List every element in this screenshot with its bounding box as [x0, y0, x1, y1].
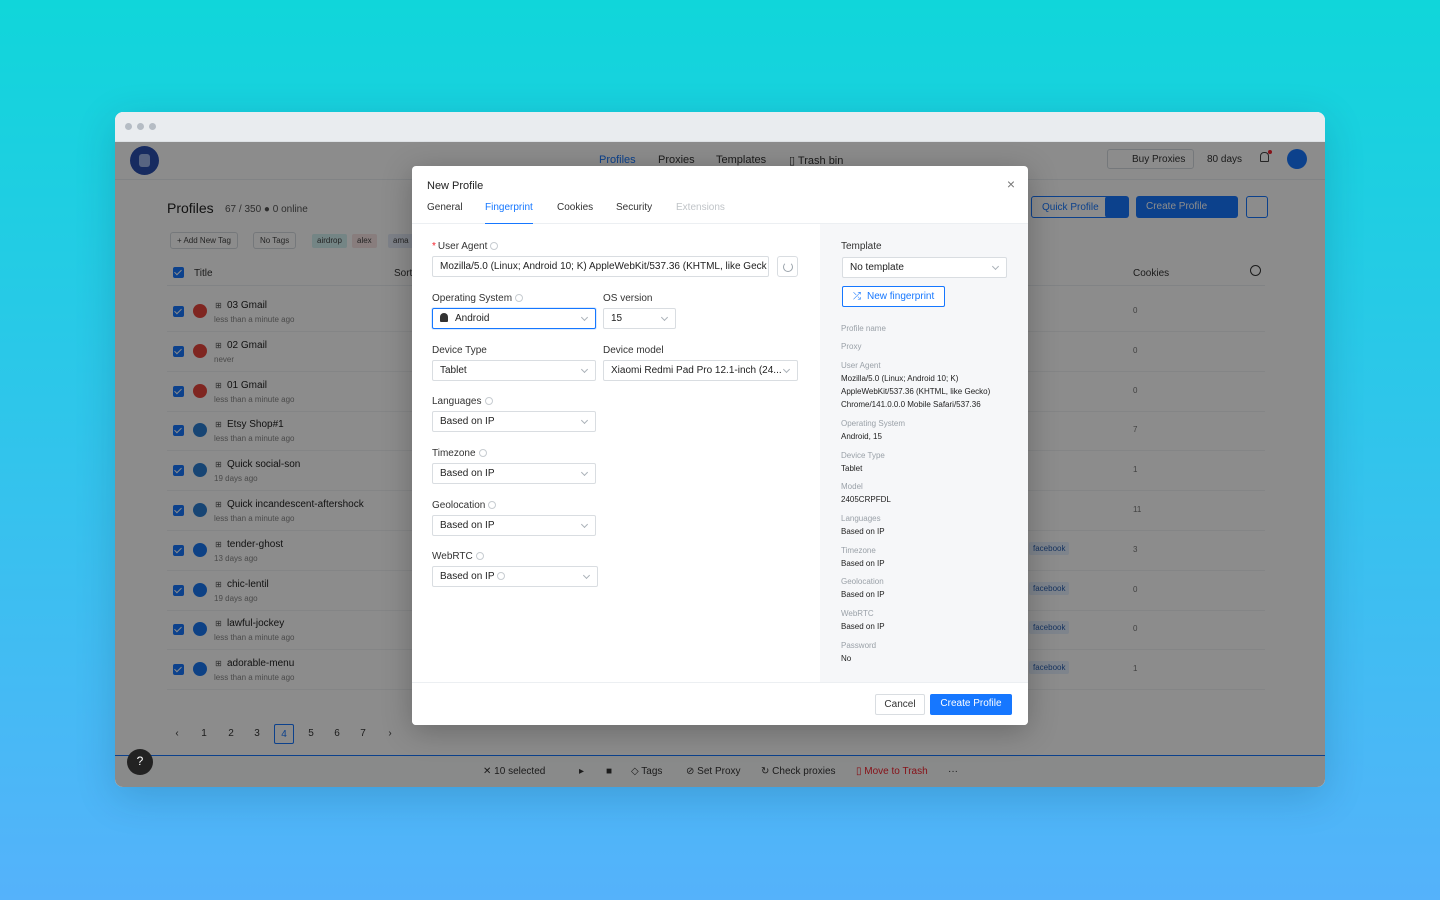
window-dot-icon[interactable]	[149, 123, 156, 130]
languages-select[interactable]: Based on IP	[432, 411, 596, 432]
template-select[interactable]: No template	[842, 257, 1007, 278]
new-profile-modal: New Profile × General Fingerprint Cookie…	[412, 166, 1028, 725]
close-icon[interactable]: ×	[1007, 176, 1015, 192]
summary-webrtc-label: WebRTC	[841, 609, 874, 618]
template-label: Template	[841, 241, 882, 252]
summary-password-label: Password	[841, 641, 877, 650]
device-model-label: Device model	[603, 345, 664, 356]
tab-security[interactable]: Security	[616, 202, 652, 224]
languages-label: Languages	[432, 396, 493, 407]
new-fingerprint-label: New fingerprint	[867, 291, 935, 302]
shuffle-icon: ⤮	[853, 291, 861, 302]
webrtc-select[interactable]: Based on IP	[432, 566, 598, 587]
window-titlebar	[115, 112, 1325, 142]
os-select-value: Android	[455, 313, 490, 324]
summary-ua-line: Chrome/141.0.0.0 Mobile Safari/537.36	[841, 400, 981, 409]
summary-model-label: Model	[841, 482, 863, 491]
tab-general[interactable]: General	[427, 202, 463, 224]
tab-cookies[interactable]: Cookies	[557, 202, 593, 224]
timezone-select[interactable]: Based on IP	[432, 463, 596, 484]
modal-footer: Cancel Create Profile	[412, 682, 1028, 725]
new-fingerprint-button[interactable]: ⤮ New fingerprint	[842, 286, 945, 307]
help-circle-icon	[488, 501, 497, 509]
tab-extensions: Extensions	[676, 202, 725, 213]
android-icon	[440, 313, 448, 322]
summary-timezone-label: Timezone	[841, 546, 876, 555]
webrtc-label: WebRTC	[432, 551, 484, 562]
timezone-label: Timezone	[432, 448, 487, 459]
modal-tabs: General Fingerprint Cookies Security Ext…	[412, 202, 1028, 224]
os-label: Operating System	[432, 293, 524, 304]
summary-model-value: 2405CRPFDL	[841, 495, 891, 504]
summary-proxy-label: Proxy	[841, 342, 862, 351]
summary-timezone-value: Based on IP	[841, 559, 885, 568]
summary-languages-label: Languages	[841, 514, 881, 523]
summary-device-type-label: Device Type	[841, 451, 885, 460]
os-label-text: Operating System	[432, 293, 513, 304]
geolocation-label: Geolocation	[432, 500, 497, 511]
cancel-button[interactable]: Cancel	[875, 694, 925, 715]
os-version-label: OS version	[603, 293, 653, 304]
tab-fingerprint[interactable]: Fingerprint	[485, 202, 533, 224]
languages-label-text: Languages	[432, 396, 482, 407]
device-type-label: Device Type	[432, 345, 487, 356]
webrtc-select-value: Based on IP	[440, 571, 495, 582]
geolocation-label-text: Geolocation	[432, 500, 486, 511]
help-button[interactable]: ?	[127, 749, 153, 775]
device-type-select[interactable]: Tablet	[432, 360, 596, 381]
webrtc-label-text: WebRTC	[432, 551, 473, 562]
modal-title: New Profile	[427, 180, 484, 192]
create-profile-submit-button[interactable]: Create Profile	[930, 694, 1012, 715]
summary-ua-label: User Agent	[841, 361, 881, 370]
os-version-select[interactable]: 15	[603, 308, 676, 329]
summary-geolocation-label: Geolocation	[841, 577, 884, 586]
summary-languages-value: Based on IP	[841, 527, 885, 536]
summary-os-label: Operating System	[841, 419, 906, 428]
help-circle-icon	[490, 242, 499, 250]
geolocation-select[interactable]: Based on IP	[432, 515, 596, 536]
summary-os-value: Android, 15	[841, 432, 882, 441]
summary-webrtc-value: Based on IP	[841, 622, 885, 631]
summary-geolocation-value: Based on IP	[841, 590, 885, 599]
summary-device-type-value: Tablet	[841, 464, 863, 473]
window-dot-icon[interactable]	[125, 123, 132, 130]
device-model-select[interactable]: Xiaomi Redmi Pad Pro 12.1-inch (24...	[603, 360, 798, 381]
summary-ua-line: Mozilla/5.0 (Linux; Android 10; K)	[841, 374, 959, 383]
summary-ua-line: AppleWebKit/537.36 (KHTML, like Gecko)	[841, 387, 991, 396]
summary-password-value: No	[841, 654, 852, 663]
summary-profile-name-label: Profile name	[841, 324, 886, 333]
help-circle-icon	[475, 552, 484, 560]
os-select[interactable]: Android	[432, 308, 596, 329]
user-agent-label-text: User Agent	[437, 241, 488, 252]
help-circle-icon	[484, 397, 493, 405]
window-dot-icon[interactable]	[137, 123, 144, 130]
help-circle-icon	[478, 449, 487, 457]
help-circle-icon	[497, 572, 506, 580]
help-circle-icon	[515, 294, 524, 302]
user-agent-input[interactable]: Mozilla/5.0 (Linux; Android 10; K) Apple…	[432, 256, 769, 277]
regenerate-ua-button[interactable]	[777, 256, 798, 277]
timezone-label-text: Timezone	[432, 448, 476, 459]
user-agent-label: * User Agent	[432, 241, 499, 252]
